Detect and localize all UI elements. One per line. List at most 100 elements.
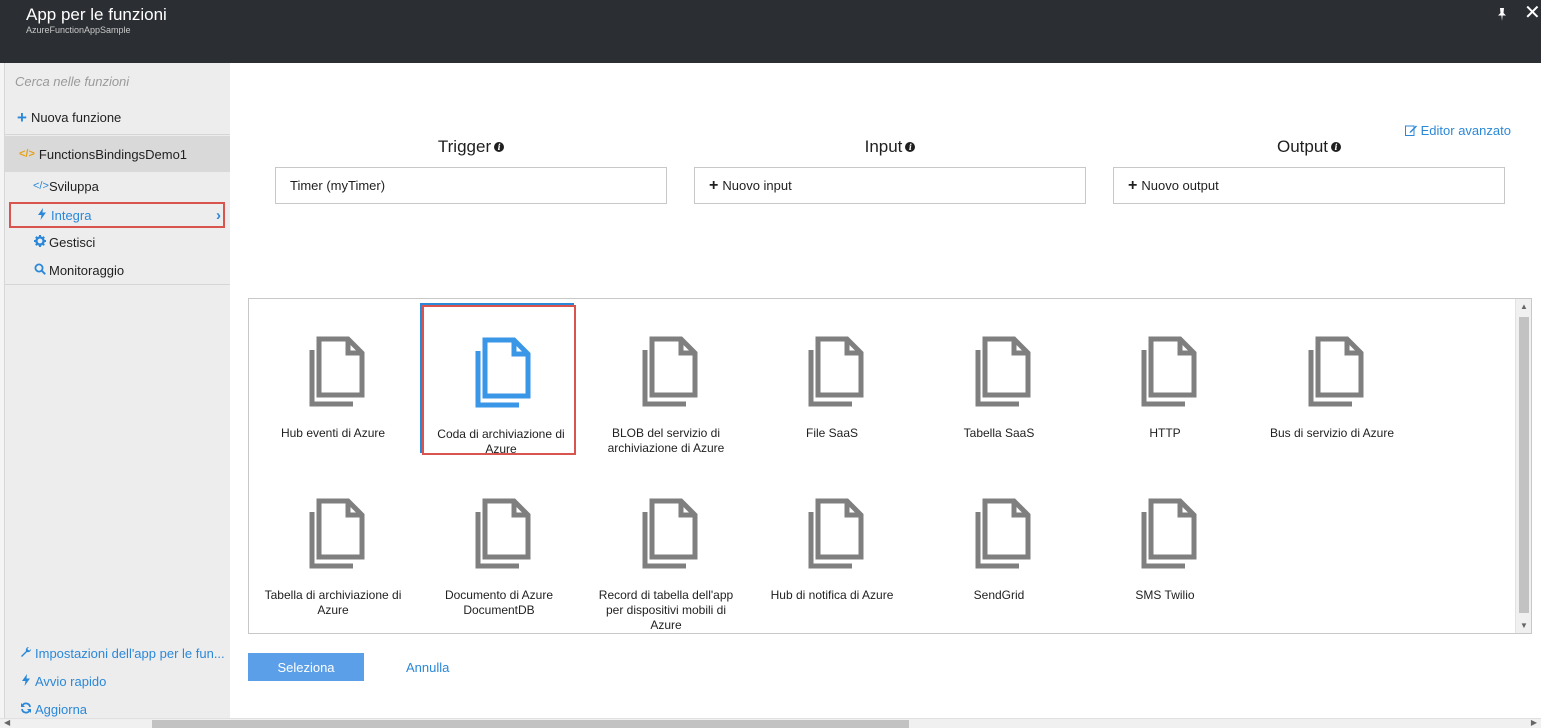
template-tile[interactable]: Hub eventi di Azure xyxy=(256,306,410,456)
chevron-right-icon: › xyxy=(216,207,221,224)
plus-icon: + xyxy=(17,108,27,127)
document-icon xyxy=(642,498,698,569)
document-icon xyxy=(309,336,365,407)
sidebar-item-label: Monitoraggio xyxy=(49,262,125,278)
sidebar-item-gestisci[interactable]: Gestisci xyxy=(5,228,230,256)
sidebar-item-label: Sviluppa xyxy=(49,178,99,194)
trigger-heading-text: Trigger xyxy=(437,137,492,156)
sidebar: + Nuova funzione </> FunctionsBindingsDe… xyxy=(5,63,230,718)
app-settings-label: Impostazioni dell'app per le fun... xyxy=(35,645,225,661)
input-heading-text: Input xyxy=(864,137,903,156)
scroll-thumb[interactable] xyxy=(1519,317,1529,613)
template-tile[interactable]: SendGrid xyxy=(922,468,1076,618)
scroll-thumb[interactable] xyxy=(152,720,909,728)
input-heading: Input i xyxy=(694,137,1086,157)
output-heading-text: Output xyxy=(1276,137,1329,156)
document-icon xyxy=(975,498,1031,569)
document-icon xyxy=(475,498,531,569)
document-icon xyxy=(975,336,1031,407)
refresh-icon xyxy=(19,702,33,717)
document-icon xyxy=(475,337,531,408)
template-tile[interactable]: SMS Twilio xyxy=(1088,468,1242,618)
document-icon xyxy=(1141,336,1197,407)
cancel-link[interactable]: Annulla xyxy=(406,660,449,675)
output-heading: Output i xyxy=(1113,137,1505,157)
info-icon[interactable]: i xyxy=(1331,142,1342,152)
sidebar-item-label: Integra xyxy=(51,207,92,223)
horizontal-scrollbar[interactable]: ◀ ▶ xyxy=(0,718,1541,728)
advanced-editor-link[interactable]: Editor avanzato xyxy=(1405,123,1511,138)
new-output-label: Nuovo output xyxy=(1141,178,1219,193)
template-tile[interactable]: Tabella di archiviazione di Azure xyxy=(256,468,410,618)
template-tile[interactable]: HTTP xyxy=(1088,306,1242,456)
document-icon xyxy=(808,336,864,407)
template-tile[interactable]: File SaaS xyxy=(755,306,909,456)
search-input[interactable] xyxy=(5,63,230,100)
plus-icon: + xyxy=(1128,177,1138,194)
template-label: Record di tabella dell'app per dispositi… xyxy=(598,588,734,632)
info-icon[interactable]: i xyxy=(494,142,505,152)
sidebar-item-label: Gestisci xyxy=(49,234,96,250)
template-gallery: ▲ ▼ Hub eventi di Azure Coda di archiviaz… xyxy=(248,298,1532,634)
template-label: BLOB del servizio di archiviazione di Az… xyxy=(607,426,725,455)
quickstart-link[interactable]: Avvio rapido xyxy=(5,670,230,692)
scroll-right-icon[interactable]: ▶ xyxy=(1531,718,1537,727)
close-icon[interactable]: ✕ xyxy=(1524,3,1541,23)
scroll-left-icon[interactable]: ◀ xyxy=(4,718,10,727)
sidebar-function-item[interactable]: </> FunctionsBindingsDemo1 xyxy=(5,136,230,172)
advanced-editor-label: Editor avanzato xyxy=(1420,123,1511,138)
template-tile[interactable]: Documento di Azure DocumentDB xyxy=(422,468,576,618)
search-box xyxy=(5,63,230,100)
template-tile[interactable]: Bus di servizio di Azure xyxy=(1255,306,1409,456)
new-input-button[interactable]: + Nuovo input xyxy=(694,167,1086,204)
refresh-link[interactable]: Aggiorna xyxy=(5,698,230,720)
sidebar-divider xyxy=(5,284,230,285)
template-label: Bus di servizio di Azure xyxy=(1269,426,1395,440)
template-tile[interactable]: Tabella SaaS xyxy=(922,306,1076,456)
template-tile[interactable]: Record di tabella dell'app per dispositi… xyxy=(589,468,743,632)
trigger-value: Timer (myTimer) xyxy=(290,178,386,193)
template-label: Tabella SaaS xyxy=(963,426,1035,440)
scroll-down-icon[interactable]: ▼ xyxy=(1520,621,1528,630)
new-input-label: Nuovo input xyxy=(722,178,792,193)
new-function-button[interactable]: + Nuova funzione xyxy=(5,101,230,135)
template-label: HTTP xyxy=(1149,426,1181,440)
template-label: SendGrid xyxy=(973,588,1025,602)
title-bar: App per le funzioni AzureFunctionAppSamp… xyxy=(0,0,1541,63)
new-output-button[interactable]: + Nuovo output xyxy=(1113,167,1505,204)
template-tile[interactable]: BLOB del servizio di archiviazione di Az… xyxy=(589,306,743,456)
document-icon xyxy=(1141,498,1197,569)
sidebar-item-monitoraggio[interactable]: Monitoraggio xyxy=(5,256,230,284)
vertical-scrollbar[interactable]: ▲ ▼ xyxy=(1515,299,1531,633)
document-icon xyxy=(808,498,864,569)
bolt-icon xyxy=(19,673,33,689)
template-tile[interactable]: Hub di notifica di Azure xyxy=(755,468,909,618)
refresh-label: Aggiorna xyxy=(35,701,88,717)
blade-subtitle: AzureFunctionAppSample xyxy=(26,25,131,35)
template-label: Hub di notifica di Azure xyxy=(770,588,894,602)
sidebar-item-integra[interactable]: Integra › xyxy=(9,202,225,228)
wrench-icon xyxy=(19,646,33,661)
scroll-up-icon[interactable]: ▲ xyxy=(1520,302,1528,311)
template-label: File SaaS xyxy=(805,426,859,440)
template-label: Coda di archiviazione di Azure xyxy=(437,427,565,456)
trigger-box[interactable]: Timer (myTimer) xyxy=(275,167,667,204)
bolt-icon xyxy=(35,207,49,223)
pin-icon[interactable] xyxy=(1494,6,1510,22)
blade-title: App per le funzioni xyxy=(26,5,167,24)
new-function-label: Nuova funzione xyxy=(30,110,122,125)
template-label: Hub eventi di Azure xyxy=(280,426,386,440)
template-label: Documento di Azure DocumentDB xyxy=(444,588,554,617)
app-settings-link[interactable]: Impostazioni dell'app per le fun... xyxy=(5,642,230,664)
template-label: SMS Twilio xyxy=(1135,588,1195,602)
gear-icon xyxy=(33,234,47,250)
function-name: FunctionsBindingsDemo1 xyxy=(38,146,188,162)
document-icon xyxy=(642,336,698,407)
select-button[interactable]: Seleziona xyxy=(248,653,364,681)
edit-icon xyxy=(1405,123,1421,138)
template-tile[interactable]: Coda di archiviazione di Azure xyxy=(422,305,576,456)
sidebar-item-sviluppa[interactable]: </> Sviluppa xyxy=(5,172,230,200)
main-content: Editor avanzato Trigger i Input i Output i … xyxy=(230,63,1541,718)
trigger-heading: Trigger i xyxy=(275,137,667,157)
info-icon[interactable]: i xyxy=(905,142,916,152)
